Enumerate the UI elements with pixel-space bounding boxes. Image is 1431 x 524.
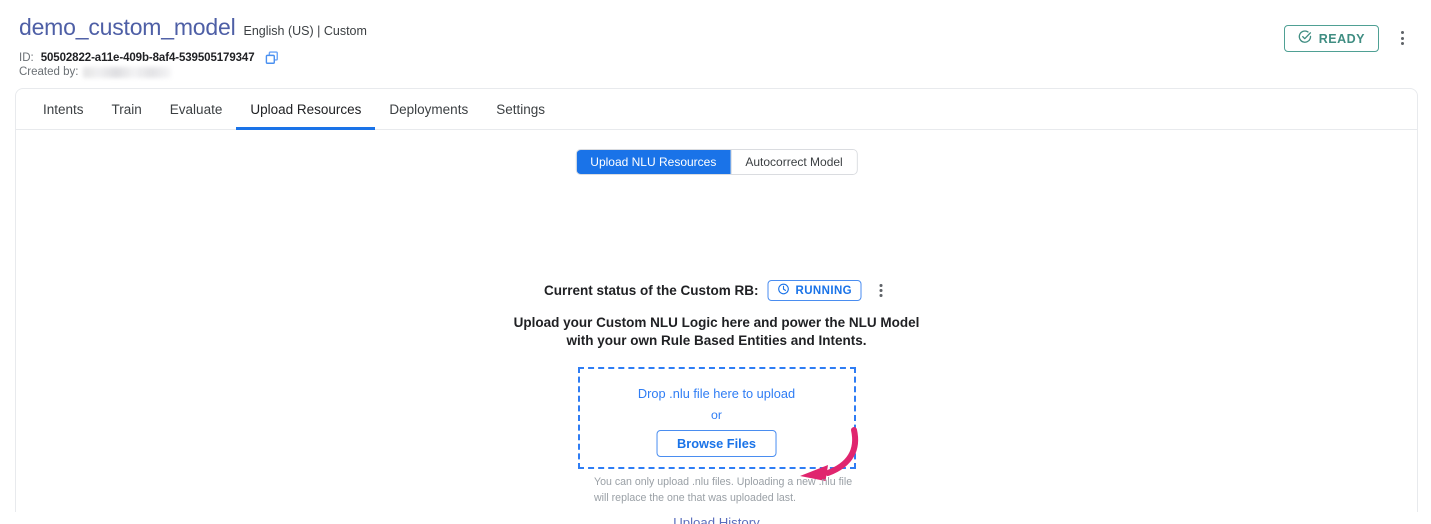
tab-label: Deployments [389, 101, 469, 117]
kebab-dot [1400, 31, 1404, 34]
tab-content-upload-resources: Upload NLU Resources Autocorrect Model C… [16, 130, 1417, 524]
tab-label: Upload Resources [250, 101, 362, 117]
custom-rb-status-label: Current status of the Custom RB: [544, 283, 759, 298]
tab-label: Train [111, 101, 142, 117]
model-id-label: ID: [19, 51, 34, 64]
clock-icon [778, 283, 790, 298]
kebab-dot [1400, 42, 1404, 45]
page-header: demo_custom_model English (US) | Custom … [0, 0, 1431, 88]
custom-rb-status-row: Current status of the Custom RB: RUNNING [544, 280, 889, 301]
app-page: demo_custom_model English (US) | Custom … [0, 0, 1431, 524]
file-dropzone[interactable]: Drop .nlu file here to upload or Browse … [577, 367, 856, 469]
segmented-control: Upload NLU Resources Autocorrect Model [576, 150, 857, 174]
status-badge-label: READY [1318, 31, 1365, 46]
tab-upload-resources[interactable]: Upload Resources [236, 89, 376, 130]
dropzone-instruction: Drop .nlu file here to upload [637, 386, 796, 401]
tab-label: Settings [496, 101, 545, 117]
dropzone-or-separator: or [711, 408, 722, 422]
kebab-dot [1400, 36, 1404, 40]
title-row: demo_custom_model English (US) | Custom [19, 14, 367, 42]
custom-rb-kebab-menu-icon[interactable] [873, 281, 889, 301]
custom-rb-status-badge-label: RUNNING [795, 284, 852, 297]
tab-label: Evaluate [169, 101, 223, 117]
segment-autocorrect-model[interactable]: Autocorrect Model [730, 150, 857, 174]
kebab-dot [879, 289, 883, 292]
tab-intents[interactable]: Intents [29, 89, 98, 130]
segment-upload-nlu-resources[interactable]: Upload NLU Resources [576, 150, 731, 174]
tab-evaluate[interactable]: Evaluate [156, 89, 237, 130]
tab-deployments[interactable]: Deployments [375, 89, 482, 130]
status-badge[interactable]: READY [1283, 25, 1379, 52]
tab-bar: Intents Train Evaluate Upload Resources … [16, 89, 1417, 130]
created-by-value-redacted [83, 66, 172, 78]
model-language-type: English (US) | Custom [243, 24, 367, 38]
kebab-dot [879, 283, 883, 287]
created-by-label: Created by: [19, 66, 79, 78]
model-id-row: ID: 50502822-a11e-409b-8af4-539505179347 [19, 50, 280, 65]
upload-history-link[interactable]: Upload History [673, 515, 760, 524]
tab-settings[interactable]: Settings [482, 89, 559, 130]
upload-headline: Upload your Custom NLU Logic here and po… [513, 315, 920, 349]
created-by-row: Created by: [19, 66, 172, 78]
tab-label: Intents [43, 101, 84, 117]
check-circle-icon [1298, 30, 1312, 47]
tab-train[interactable]: Train [98, 89, 156, 130]
model-id-value: 50502822-a11e-409b-8af4-539505179347 [40, 51, 255, 64]
custom-rb-status-badge[interactable]: RUNNING [767, 280, 862, 301]
content-card: Intents Train Evaluate Upload Resources … [15, 88, 1418, 524]
kebab-menu-icon[interactable] [1390, 26, 1414, 50]
browse-files-button[interactable]: Browse Files [656, 430, 777, 457]
copy-icon[interactable] [265, 50, 280, 65]
upload-helper-text: You can only upload .nlu files. Uploadin… [594, 476, 853, 504]
page-title: demo_custom_model [19, 14, 236, 40]
kebab-dot [879, 294, 883, 298]
